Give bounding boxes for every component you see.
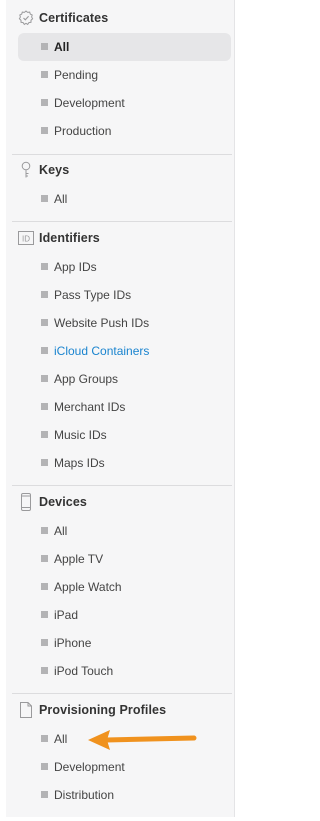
nav-item-apple-watch[interactable]: Apple Watch <box>18 573 231 601</box>
annotation-arrow-icon <box>88 730 197 750</box>
nav-item-keys-all[interactable]: All <box>18 185 231 213</box>
nav-item-label: iPad <box>54 608 79 622</box>
section-title-identifiers: Identifiers <box>39 231 100 245</box>
nav-item-label: Production <box>54 124 112 138</box>
nav-item-maps-ids[interactable]: Maps IDs <box>18 449 231 477</box>
nav-item-label: App Groups <box>54 372 119 386</box>
section-title-certificates: Certificates <box>39 11 109 25</box>
nav-item-label: iPod Touch <box>54 664 114 678</box>
nav-item-certificates-production[interactable]: Production <box>18 117 231 145</box>
nav-item-app-ids[interactable]: App IDs <box>18 253 231 281</box>
id-badge-text: ID <box>22 234 30 243</box>
bullet-marker <box>41 71 48 78</box>
bullet-marker <box>41 347 48 354</box>
nav-item-label: Merchant IDs <box>54 400 126 414</box>
section-divider <box>12 154 232 155</box>
nav-item-ipod-touch[interactable]: iPod Touch <box>18 657 231 685</box>
bullet-marker <box>41 403 48 410</box>
bullet-marker <box>41 527 48 534</box>
bullet-marker <box>41 459 48 466</box>
nav-item-label: Distribution <box>54 788 115 802</box>
section-header-certificates[interactable]: Certificates <box>6 7 235 31</box>
nav-item-website-push-ids[interactable]: Website Push IDs <box>18 309 231 337</box>
nav-item-label: All <box>54 40 70 54</box>
bullet-marker <box>41 583 48 590</box>
nav-item-label: App IDs <box>54 260 97 274</box>
bullet-marker <box>41 639 48 646</box>
nav-item-label: Development <box>54 96 125 110</box>
nav-item-merchant-ids[interactable]: Merchant IDs <box>18 393 231 421</box>
nav-item-label: All <box>54 732 68 746</box>
nav-item-certificates-pending[interactable]: Pending <box>18 61 231 89</box>
bullet-marker <box>41 431 48 438</box>
sidebar: Certificates All Pending Development Pro… <box>6 0 235 817</box>
nav-item-label: All <box>54 192 68 206</box>
nav-item-label: Pass Type IDs <box>54 288 132 302</box>
nav-item-label: iCloud Containers <box>54 344 150 358</box>
bullet-marker <box>41 375 48 382</box>
section-divider <box>12 221 232 222</box>
bullet-marker <box>41 791 48 798</box>
bullet-marker <box>41 555 48 562</box>
section-divider <box>12 485 232 486</box>
bullet-marker <box>41 763 48 770</box>
nav-item-label: Apple TV <box>54 552 104 566</box>
nav-item-label: Development <box>54 760 125 774</box>
nav-item-icloud-containers[interactable]: iCloud Containers <box>18 337 231 365</box>
nav-item-label: All <box>54 524 68 538</box>
bullet-marker <box>41 43 48 50</box>
bullet-marker <box>41 127 48 134</box>
nav-item-devices-all[interactable]: All <box>18 517 231 545</box>
section-header-devices[interactable]: Devices <box>6 491 235 515</box>
nav-item-label: Maps IDs <box>54 456 105 470</box>
nav-item-app-groups[interactable]: App Groups <box>18 365 231 393</box>
phone-device-icon <box>18 493 34 511</box>
nav-item-iphone[interactable]: iPhone <box>18 629 231 657</box>
nav-item-certificates-all[interactable]: All <box>18 33 231 61</box>
document-icon <box>18 701 34 719</box>
nav-item-ipad[interactable]: iPad <box>18 601 231 629</box>
nav-item-profiles-distribution[interactable]: Distribution <box>18 781 231 809</box>
nav-item-music-ids[interactable]: Music IDs <box>18 421 231 449</box>
bullet-marker <box>41 735 48 742</box>
id-badge-icon: ID <box>18 229 34 247</box>
bullet-marker <box>41 667 48 674</box>
key-icon <box>18 161 34 179</box>
nav-item-profiles-development[interactable]: Development <box>18 753 231 781</box>
section-header-provisioning-profiles[interactable]: Provisioning Profiles <box>6 699 235 723</box>
section-title-keys: Keys <box>39 163 70 177</box>
section-header-identifiers[interactable]: ID Identifiers <box>6 227 235 251</box>
section-title-devices: Devices <box>39 495 87 509</box>
nav-item-label: Apple Watch <box>54 580 122 594</box>
bullet-marker <box>41 263 48 270</box>
nav-item-label: Music IDs <box>54 428 107 442</box>
bullet-marker <box>41 99 48 106</box>
nav-item-certificates-development[interactable]: Development <box>18 89 231 117</box>
nav-item-label: Website Push IDs <box>54 316 150 330</box>
bullet-marker <box>41 319 48 326</box>
section-title-provisioning-profiles: Provisioning Profiles <box>39 703 167 717</box>
bullet-marker <box>41 291 48 298</box>
certificate-badge-icon <box>18 9 34 27</box>
nav-item-pass-type-ids[interactable]: Pass Type IDs <box>18 281 231 309</box>
nav-item-apple-tv[interactable]: Apple TV <box>18 545 231 573</box>
nav-item-label: iPhone <box>54 636 92 650</box>
section-header-keys[interactable]: Keys <box>6 159 235 183</box>
nav-item-label: Pending <box>54 68 99 82</box>
section-divider <box>12 693 232 694</box>
bullet-marker <box>41 195 48 202</box>
bullet-marker <box>41 611 48 618</box>
